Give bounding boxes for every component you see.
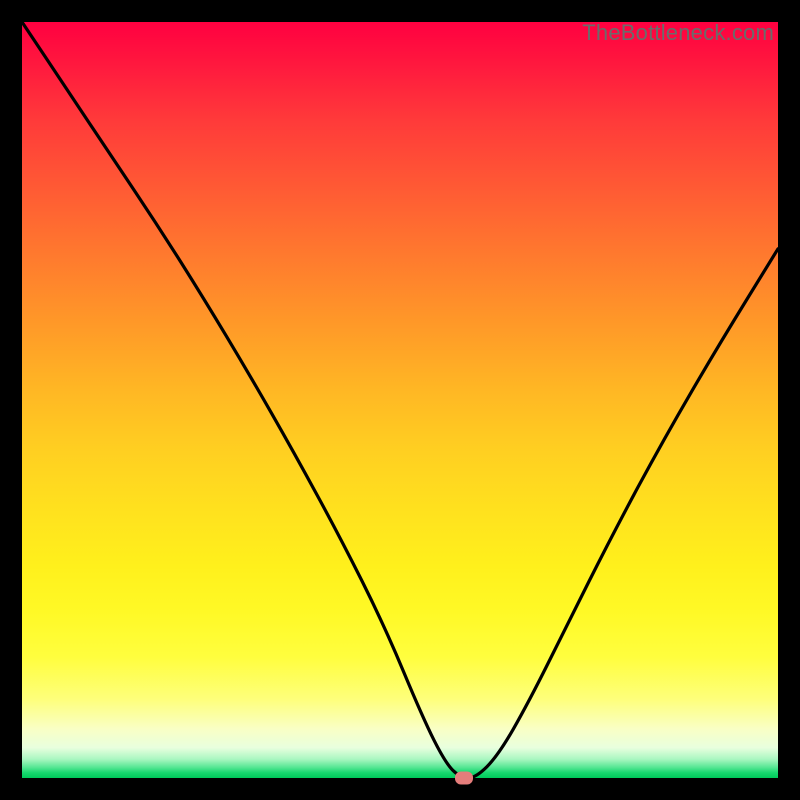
- plot-area: TheBottleneck.com: [22, 22, 778, 778]
- chart-frame: TheBottleneck.com: [0, 0, 800, 800]
- bottleneck-curve: [22, 22, 778, 778]
- minimum-marker: [455, 772, 473, 785]
